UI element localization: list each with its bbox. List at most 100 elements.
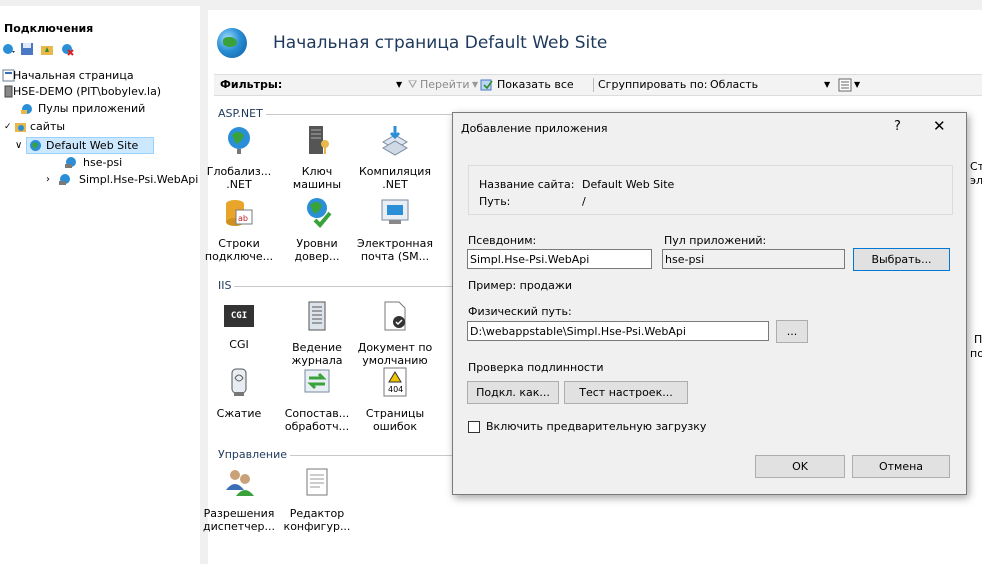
alias-label: Псевдоним:	[468, 234, 537, 247]
cancel-button[interactable]: Отмена	[852, 455, 950, 478]
feature-label: подключе...	[204, 250, 274, 263]
handler-mappings-icon	[304, 369, 330, 393]
feature-compression[interactable]: Сжатие	[200, 366, 278, 420]
feature-label: .NET	[382, 178, 408, 191]
feature-label: Уровни	[296, 237, 338, 250]
application-icon	[59, 174, 70, 185]
expand-chevron-icon[interactable]: ✓	[4, 119, 12, 135]
feature-label: Документ по	[357, 341, 433, 354]
physical-path-input[interactable]: D:\webappstable\Simpl.Hse-Psi.WebApi	[467, 321, 769, 341]
error-pages-icon: 404	[383, 367, 407, 397]
toolbar-separator	[593, 78, 594, 92]
feature-label: Ведение	[292, 341, 342, 354]
feature-connection-strings[interactable]: ab Строки подключе...	[200, 196, 278, 263]
feature-compilation[interactable]: Компиляция .NET	[356, 124, 434, 191]
chevron-right-icon[interactable]: ›	[46, 172, 50, 188]
cgi-badge: CGI	[230, 311, 248, 321]
feature-error-pages[interactable]: 404 Страницы ошибок	[356, 366, 434, 433]
funnel-icon: ⛛	[408, 78, 418, 91]
feature-label: Редактор	[289, 507, 345, 520]
group-iis-label: IIS	[218, 279, 235, 292]
tree-item-default-web-site[interactable]: ∨ Default Web Site	[15, 137, 154, 154]
browse-button[interactable]: ...	[776, 320, 808, 343]
connect-icon[interactable]	[2, 42, 16, 56]
help-button[interactable]: ?	[894, 119, 901, 134]
globe-icon	[228, 127, 250, 154]
chevron-down-icon[interactable]: ∨	[15, 138, 22, 153]
alias-input[interactable]: Simpl.Hse-Psi.WebApi	[467, 249, 652, 269]
filter-dropdown-icon[interactable]: ▼	[396, 80, 402, 89]
feature-manager-permissions[interactable]: Разрешения диспетчер...	[200, 466, 278, 533]
site-name-label: Название сайта:	[479, 178, 575, 191]
feature-label: Ключ	[301, 165, 333, 178]
preload-label: Включить предварительную загрузку	[486, 420, 707, 433]
path-value: /	[582, 195, 586, 208]
auth-label: Проверка подлинности	[468, 361, 604, 374]
feature-label: машины	[292, 178, 342, 191]
tree-label: Simpl.Hse-Psi.WebApi	[79, 173, 199, 186]
group-by-select[interactable]: Область	[710, 78, 758, 91]
feature-smtp-email[interactable]: Электронная почта (SM...	[356, 196, 434, 263]
group-by-label: Сгруппировать по:	[598, 78, 708, 91]
users-icon	[226, 470, 254, 496]
preload-checkbox[interactable]	[468, 421, 480, 433]
tree-label: Default Web Site	[46, 139, 139, 152]
main-top-strip	[208, 0, 982, 10]
save-icon[interactable]	[20, 42, 34, 56]
feature-logging[interactable]: Ведение журнала	[278, 300, 356, 367]
feature-label: Страницы	[365, 407, 425, 420]
trust-levels-icon	[307, 198, 332, 228]
feature-label: Компиляция	[358, 165, 432, 178]
example-text: Пример: продажи	[468, 279, 572, 292]
test-settings-button[interactable]: Тест настроек...	[564, 381, 688, 404]
group-divider	[218, 286, 452, 287]
feature-label: Разрешения	[203, 507, 275, 520]
feature-cgi[interactable]: CGI CGI	[200, 300, 278, 351]
cut-off-text: по	[970, 347, 982, 360]
tree-label: hse-psi	[83, 156, 123, 169]
feature-config-editor[interactable]: Редактор конфигур...	[278, 466, 356, 533]
up-folder-icon[interactable]	[40, 42, 54, 56]
connect-as-button[interactable]: Подкл. как...	[467, 381, 559, 404]
cut-off-text: Ст	[970, 160, 982, 173]
tree-label: HSE-DEMO (PIT\bobylev.la)	[13, 85, 162, 98]
compile-icon	[382, 126, 408, 156]
ok-button[interactable]: OK	[755, 455, 845, 478]
feature-label: Сопостав...	[284, 407, 350, 420]
connections-title: Подключения	[4, 22, 94, 35]
view-dropdown-icon[interactable]: ▼	[854, 80, 860, 89]
feature-label: Электронная	[357, 237, 433, 250]
filter-bar: Фильтры: ▼ ⛛ Перейти ▼ Показать все Сгру…	[214, 74, 982, 96]
feature-machine-key[interactable]: Ключ машины	[278, 124, 356, 191]
connections-toolbar	[0, 40, 200, 60]
error-badge: 404	[388, 385, 403, 394]
feature-handler-mappings[interactable]: Сопостав... обработч...	[278, 366, 356, 433]
feature-label: .NET	[226, 178, 252, 191]
feature-label: довер...	[294, 250, 340, 263]
go-dropdown-icon[interactable]: ▼	[472, 80, 478, 89]
group-by-dropdown-icon[interactable]: ▼	[824, 80, 830, 89]
app-pool-icon	[21, 104, 32, 114]
go-button[interactable]: Перейти	[420, 78, 470, 91]
path-label: Путь:	[479, 195, 511, 208]
compression-icon	[231, 368, 247, 396]
default-document-icon	[384, 301, 406, 331]
cgi-icon: CGI	[224, 305, 254, 327]
feature-label: ошибок	[372, 420, 418, 433]
site-name-value: Default Web Site	[582, 178, 675, 191]
logging-icon	[308, 301, 326, 331]
group-management-label: Управление	[218, 448, 291, 461]
feature-label: CGI	[229, 338, 249, 351]
feature-label: диспетчер...	[203, 520, 275, 533]
view-icon[interactable]	[838, 78, 852, 92]
show-all-button[interactable]: Показать все	[497, 78, 574, 91]
feature-globalization[interactable]: Глобализ... .NET	[200, 124, 278, 191]
feature-default-document[interactable]: Документ по умолчанию	[356, 300, 434, 367]
feature-trust-levels[interactable]: Уровни довер...	[278, 196, 356, 263]
disconnect-icon[interactable]	[60, 42, 74, 56]
tree-label: Начальная страница	[13, 69, 134, 82]
close-icon[interactable]: ✕	[933, 117, 946, 135]
feature-label: Строки	[218, 237, 260, 250]
select-pool-button[interactable]: Выбрать...	[853, 248, 950, 271]
app-pool-field: hse-psi	[662, 249, 845, 269]
